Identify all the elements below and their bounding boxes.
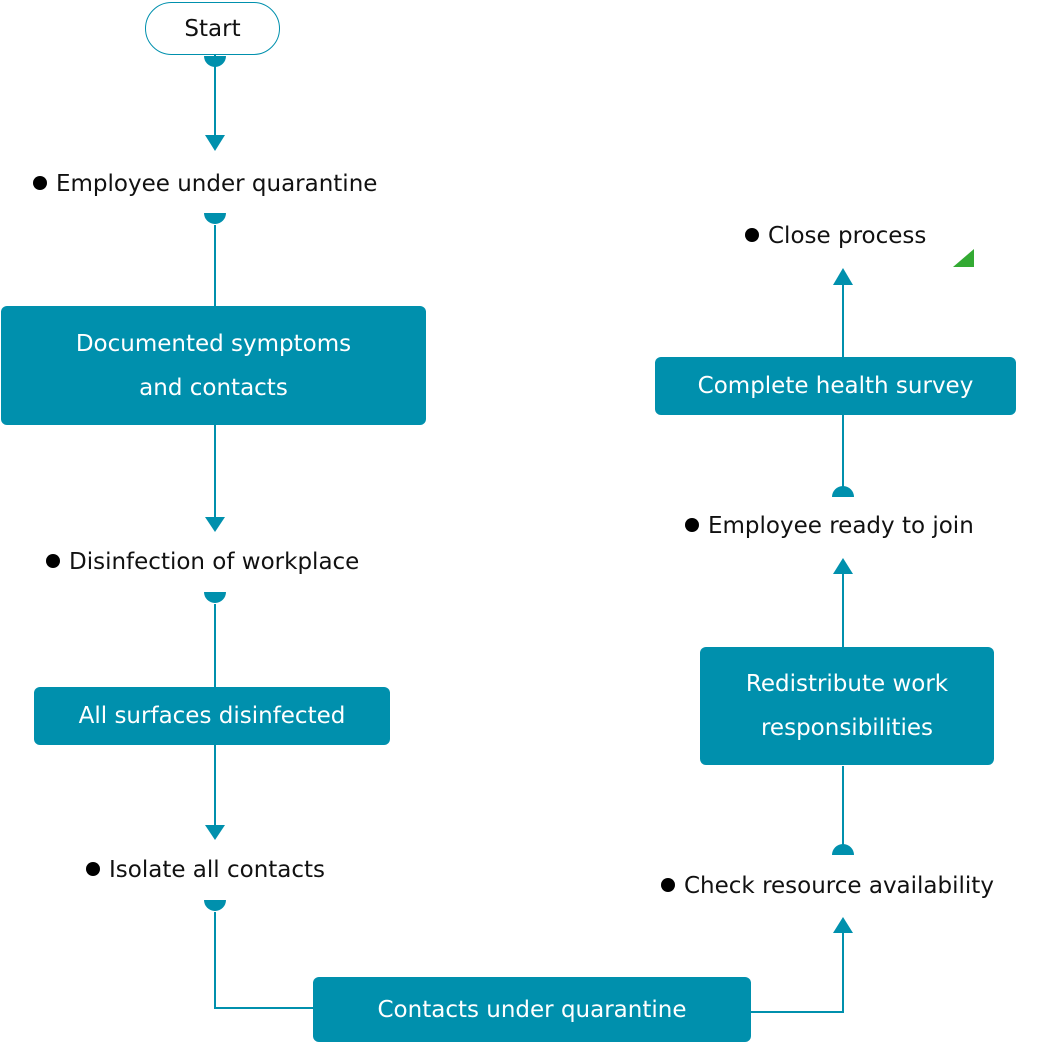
bullet-icon <box>685 517 699 532</box>
event-label: Check resource availability <box>684 873 994 899</box>
task-all-surfaces-disinfected[interactable]: All surfaces disinfected <box>34 687 390 745</box>
task-label: Redistribute work responsibilities <box>745 671 949 741</box>
marker-triangle-icon <box>953 249 974 267</box>
task-documented-symptoms[interactable]: Documented symptoms and contacts <box>1 306 426 425</box>
task-label: Contacts under quarantine <box>377 996 687 1023</box>
event-isolate-all-contacts[interactable]: Isolate all contacts <box>86 857 325 883</box>
bullet-icon <box>745 227 759 242</box>
event-disinfection-of-workplace[interactable]: Disinfection of workplace <box>46 549 359 575</box>
bullet-icon <box>33 175 47 190</box>
bullet-icon <box>86 861 100 876</box>
start-node[interactable]: Start <box>145 2 280 55</box>
event-check-resource-availability[interactable]: Check resource availability <box>661 873 994 899</box>
task-label: All surfaces disinfected <box>78 703 346 729</box>
event-label: Close process <box>768 223 927 249</box>
start-label: Start <box>184 15 241 42</box>
task-redistribute-work[interactable]: Redistribute work responsibilities <box>700 647 994 765</box>
bullet-icon <box>661 877 675 892</box>
event-label: Disinfection of workplace <box>69 549 360 575</box>
event-label: Employee under quarantine <box>56 171 378 197</box>
event-label: Isolate all contacts <box>109 857 326 883</box>
event-employee-under-quarantine[interactable]: Employee under quarantine <box>33 171 377 197</box>
task-complete-health-survey[interactable]: Complete health survey <box>655 357 1016 415</box>
task-label: Complete health survey <box>697 373 974 399</box>
task-label: Documented symptoms and contacts <box>75 330 352 401</box>
task-contacts-under-quarantine[interactable]: Contacts under quarantine <box>313 977 751 1042</box>
event-label: Employee ready to join <box>708 513 974 539</box>
event-employee-ready-to-join[interactable]: Employee ready to join <box>685 513 974 539</box>
bullet-icon <box>46 553 60 568</box>
event-close-process[interactable]: Close process <box>745 223 926 249</box>
